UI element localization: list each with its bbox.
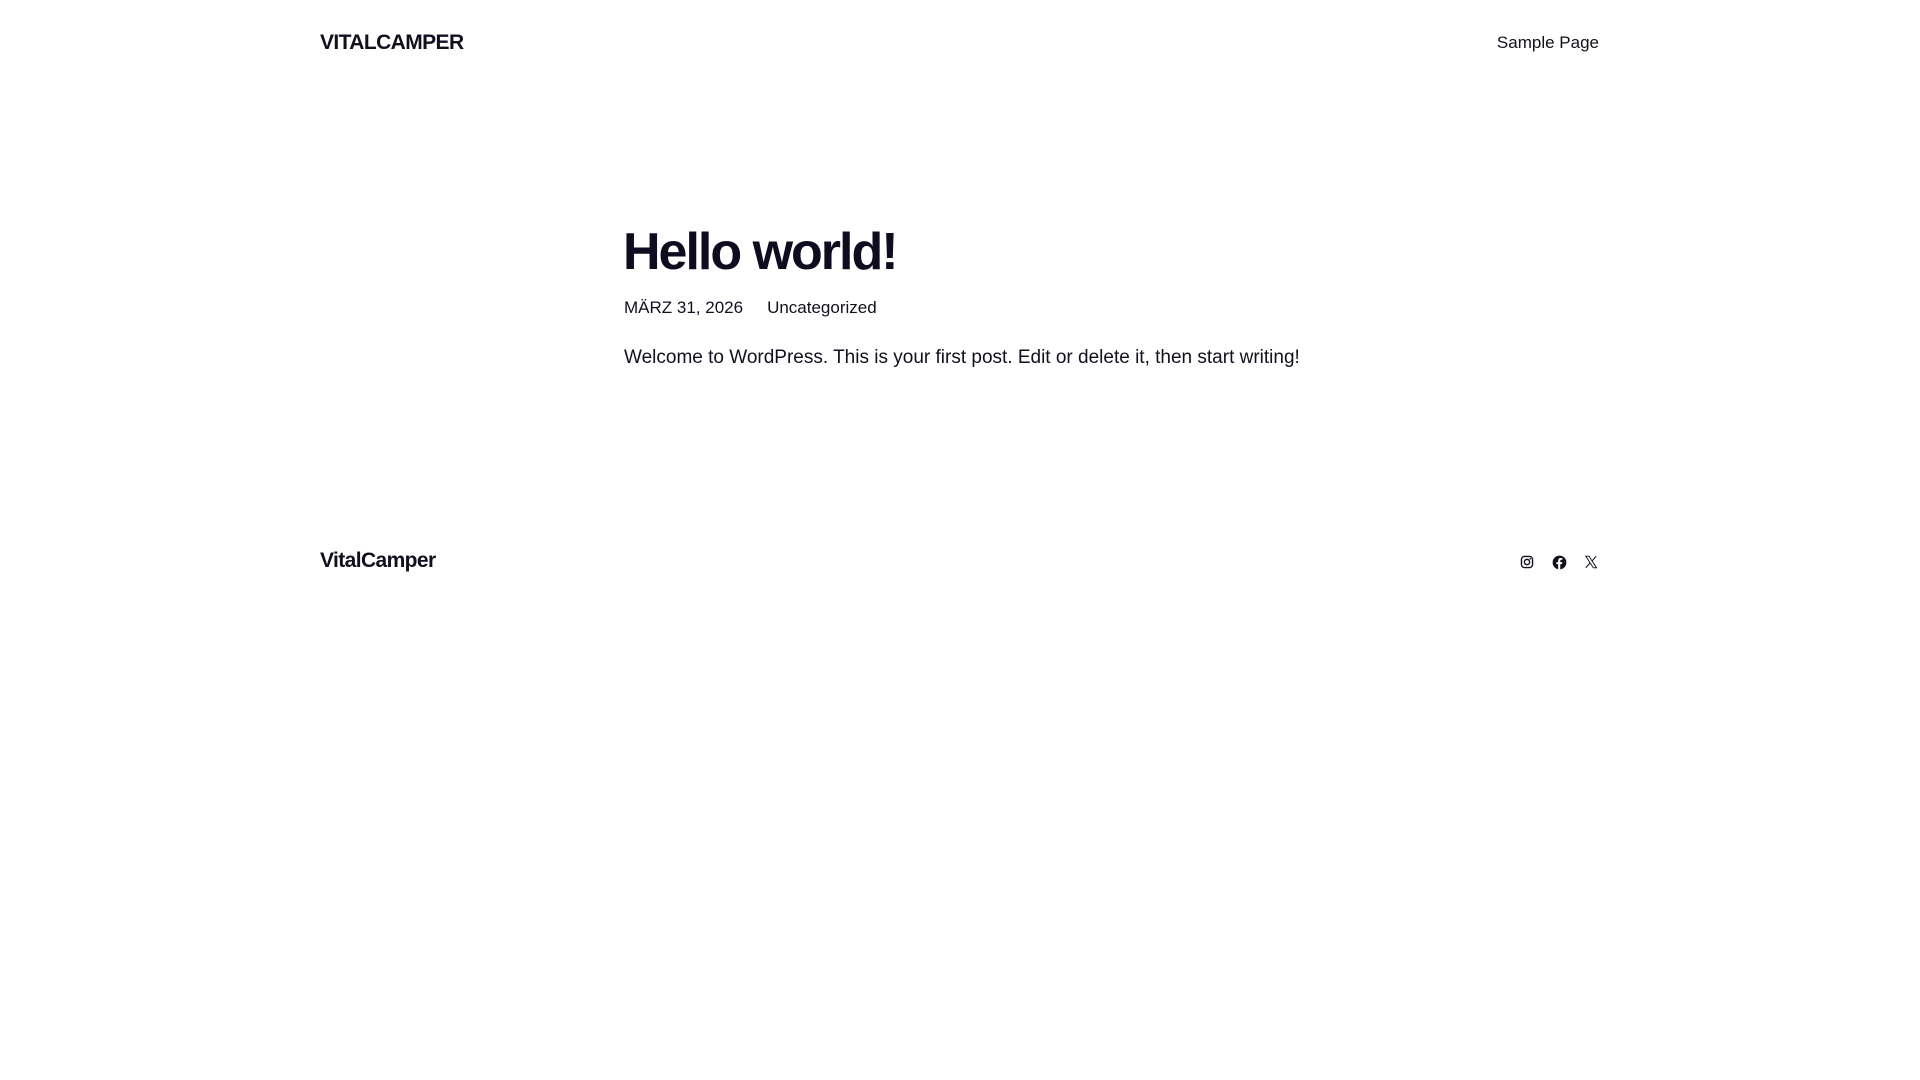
site-title[interactable]: VITALCAMPER [320,31,464,55]
x-icon [1584,555,1598,569]
facebook-icon [1552,555,1566,569]
post-meta: MÄRZ 31, 2026 Uncategorized [624,298,877,318]
x-link[interactable] [1582,553,1600,571]
facebook-link[interactable] [1550,553,1568,571]
instagram-icon [1520,555,1534,569]
post-title: Hello world! [623,223,899,281]
footer-site-title[interactable]: VitalCamper [320,549,436,573]
post-category-link[interactable]: Uncategorized [767,298,877,318]
instagram-link[interactable] [1518,553,1536,571]
post-date: MÄRZ 31, 2026 [624,298,744,317]
nav-sample-page[interactable]: Sample Page [1497,33,1599,53]
social-links [1518,553,1600,571]
post-content: Welcome to WordPress. This is your first… [624,347,1300,368]
